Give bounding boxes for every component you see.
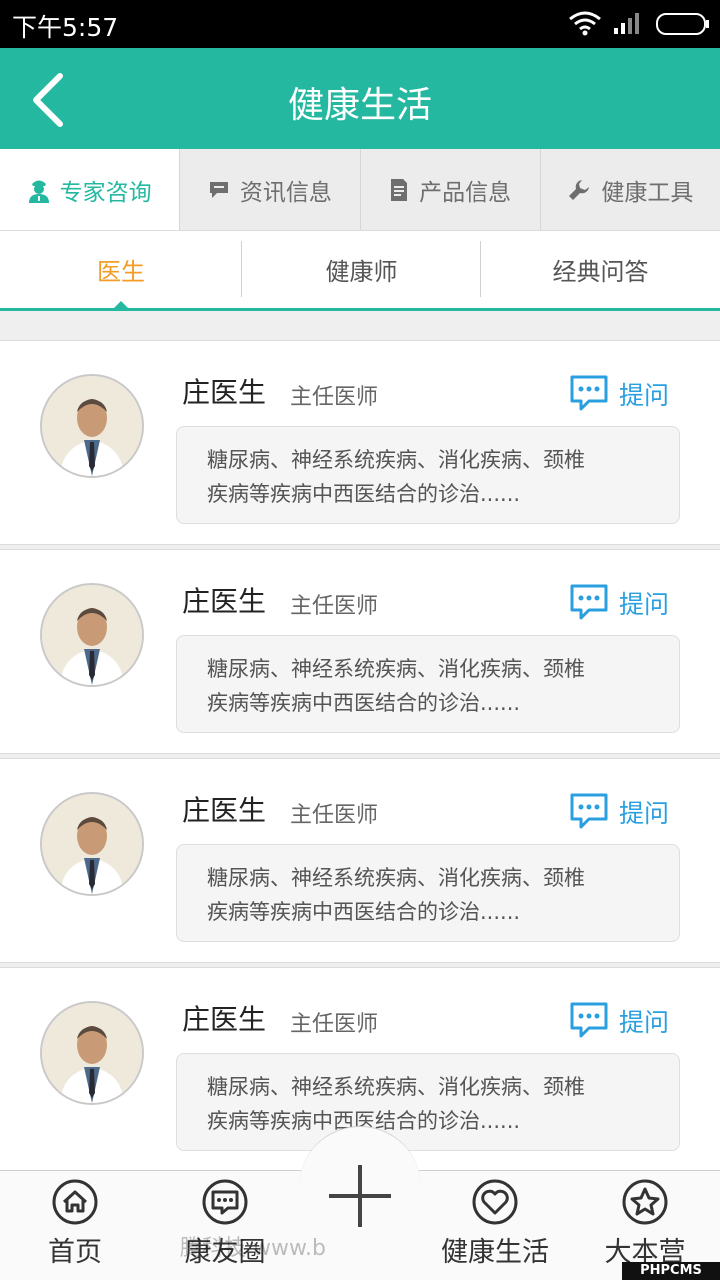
description-line: 疾病等疾病中西医结合的诊治...... — [207, 482, 521, 506]
description-line: 糖尿病、神经系统疾病、消化疾病、颈椎 — [207, 1075, 585, 1099]
description-line: 糖尿病、神经系统疾病、消化疾病、颈椎 — [207, 657, 585, 681]
watermark: 腾科技 www.b — [180, 1236, 326, 1261]
doctor-description: 糖尿病、神经系统疾病、消化疾病、颈椎 疾病等疾病中西医结合的诊治...... — [176, 635, 680, 733]
tab-label: 专家咨询 — [59, 179, 152, 206]
subtab-health-coach[interactable]: 健康师 — [242, 231, 481, 308]
document-icon — [391, 178, 408, 201]
subtab-doctor[interactable]: 医生 — [0, 231, 242, 311]
nav-label: 首页 — [48, 1237, 102, 1268]
description-line: 糖尿病、神经系统疾病、消化疾病、颈椎 — [207, 448, 585, 472]
battery-icon — [656, 13, 709, 35]
doctor-name: 庄医生 — [182, 1003, 267, 1036]
description-line: 疾病等疾病中西医结合的诊治...... — [207, 1109, 521, 1133]
ask-label: 提问 — [619, 381, 670, 410]
doctor-card[interactable]: 庄医生 主任医师 提问 糖尿病、神经系统疾病、消化疾病、颈椎 疾病等疾病中西医结… — [0, 549, 720, 754]
status-time: 下午5:57 — [12, 13, 119, 42]
heart-icon — [472, 1179, 518, 1225]
ask-label: 提问 — [619, 590, 670, 619]
category-tabs: 专家咨询 资讯信息 产品信息 健康工具 — [0, 149, 720, 231]
chat-dots-icon — [570, 584, 608, 620]
ask-button[interactable]: 提问 — [569, 791, 669, 833]
subtab-label: 经典问答 — [552, 258, 649, 286]
home-icon — [52, 1179, 98, 1225]
doctor-title: 主任医师 — [290, 385, 379, 410]
doctor-description: 糖尿病、神经系统疾病、消化疾病、颈椎 疾病等疾病中西医结合的诊治...... — [176, 426, 680, 524]
tab-product-info[interactable]: 产品信息 — [361, 149, 541, 230]
chat-dots-icon — [570, 1002, 608, 1038]
doctor-list: 庄医生 主任医师 提问 糖尿病、神经系统疾病、消化疾病、颈椎 疾病等疾病中西医结… — [0, 340, 720, 1176]
nav-base-camp[interactable]: 大本营 — [573, 1178, 717, 1269]
ask-label: 提问 — [619, 799, 670, 828]
description-line: 疾病等疾病中西医结合的诊治...... — [207, 900, 521, 924]
doctor-title: 主任医师 — [290, 803, 379, 828]
tab-label: 产品信息 — [419, 179, 512, 206]
app-bar: 健康生活 — [0, 48, 720, 149]
nav-home[interactable]: 首页 — [3, 1178, 147, 1269]
wrench-icon — [569, 179, 590, 200]
star-icon — [622, 1179, 668, 1225]
page-title: 健康生活 — [287, 85, 432, 126]
chat-dots-icon — [570, 793, 608, 829]
doctor-title: 主任医师 — [290, 1012, 379, 1037]
avatar — [40, 374, 144, 478]
signal-icon — [614, 13, 639, 34]
subtab-label: 医生 — [97, 258, 145, 286]
corner-badge: PHPCMS — [622, 1262, 720, 1280]
active-indicator — [111, 301, 131, 311]
sub-tabs: 医生 健康师 经典问答 — [0, 231, 720, 311]
subtab-label: 健康师 — [325, 258, 398, 286]
ask-label: 提问 — [619, 1008, 670, 1037]
message-icon — [202, 1179, 248, 1225]
doctor-description: 糖尿病、神经系统疾病、消化疾病、颈椎 疾病等疾病中西医结合的诊治...... — [176, 1053, 680, 1151]
tab-health-tools[interactable]: 健康工具 — [541, 149, 720, 230]
nav-label: 健康生活 — [441, 1237, 549, 1268]
avatar — [40, 792, 144, 896]
tab-news-info[interactable]: 资讯信息 — [180, 149, 361, 230]
avatar — [40, 583, 144, 687]
chat-dots-icon — [570, 375, 608, 411]
description-line: 糖尿病、神经系统疾病、消化疾病、颈椎 — [207, 866, 585, 890]
ask-button[interactable]: 提问 — [569, 1000, 669, 1042]
doctor-description: 糖尿病、神经系统疾病、消化疾病、颈椎 疾病等疾病中西医结合的诊治...... — [176, 844, 680, 942]
tab-label: 资讯信息 — [239, 179, 332, 206]
subtab-classic-qa[interactable]: 经典问答 — [481, 231, 720, 308]
doctor-name: 庄医生 — [182, 376, 267, 409]
doctor-title: 主任医师 — [290, 594, 379, 619]
doctor-name: 庄医生 — [182, 794, 267, 827]
doctor-card[interactable]: 庄医生 主任医师 提问 糖尿病、神经系统疾病、消化疾病、颈椎 疾病等疾病中西医结… — [0, 758, 720, 963]
chat-bubble-icon — [209, 181, 228, 198]
wifi-icon — [569, 11, 601, 36]
doctor-name: 庄医生 — [182, 585, 267, 618]
ask-button[interactable]: 提问 — [569, 582, 669, 624]
doctor-icon — [28, 180, 49, 203]
status-bar: 下午5:57 — [0, 0, 720, 48]
avatar — [40, 1001, 144, 1105]
nav-healthy-life[interactable]: 健康生活 — [423, 1178, 567, 1269]
doctor-card[interactable]: 庄医生 主任医师 提问 糖尿病、神经系统疾病、消化疾病、颈椎 疾病等疾病中西医结… — [0, 340, 720, 545]
tab-expert-consult[interactable]: 专家咨询 — [0, 149, 181, 230]
plus-icon — [358, 1165, 362, 1227]
tab-label: 健康工具 — [601, 179, 694, 206]
ask-button[interactable]: 提问 — [569, 373, 669, 415]
description-line: 疾病等疾病中西医结合的诊治...... — [207, 691, 521, 715]
